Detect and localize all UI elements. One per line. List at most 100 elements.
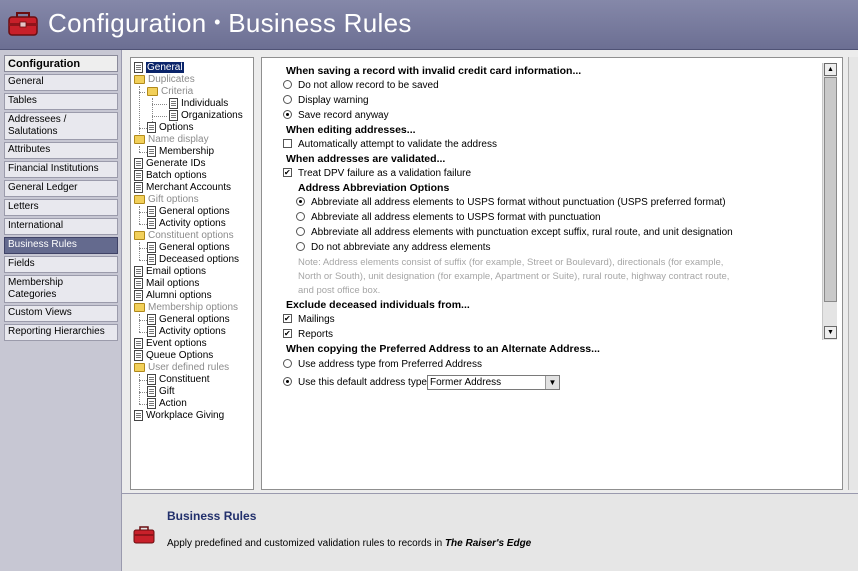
tree-item-options[interactable]: Options bbox=[147, 122, 193, 134]
document-icon bbox=[169, 98, 178, 109]
option-use-default-type[interactable]: Use this default address type: bbox=[283, 377, 430, 389]
tree-connector bbox=[139, 314, 140, 332]
tree-connector bbox=[139, 380, 147, 381]
nav-item-fields[interactable]: Fields bbox=[4, 256, 118, 273]
nav-item-attributes[interactable]: Attributes bbox=[4, 142, 118, 159]
nav-item-membership-categories[interactable]: Membership Categories bbox=[4, 275, 118, 303]
tree-item-constituent-general[interactable]: General options bbox=[147, 242, 230, 254]
checkbox-auto-validate[interactable]: Automatically attempt to validate the ad… bbox=[283, 139, 497, 151]
rules-scrollbar[interactable]: ▲ ▼ bbox=[822, 63, 837, 340]
tree-connector bbox=[139, 248, 147, 249]
document-icon bbox=[134, 290, 143, 301]
checkbox-mailings[interactable]: Mailings bbox=[283, 314, 335, 326]
nav-item-letters[interactable]: Letters bbox=[4, 199, 118, 216]
option-use-preferred-type[interactable]: Use address type from Preferred Address bbox=[283, 359, 482, 371]
tree-item-gift-options[interactable]: Gift options bbox=[134, 194, 199, 206]
checkbox-icon[interactable] bbox=[283, 139, 292, 148]
footer-description: Apply predefined and customized validati… bbox=[167, 538, 532, 549]
nav-item-reporting-hierarchies[interactable]: Reporting Hierarchies bbox=[4, 324, 118, 341]
tree-item-gift-activity[interactable]: Activity options bbox=[147, 218, 226, 230]
tree-item-membership[interactable]: Membership bbox=[147, 146, 214, 158]
radio-icon[interactable] bbox=[283, 80, 292, 89]
tree-item-udr-constituent[interactable]: Constituent bbox=[147, 374, 210, 386]
tree-item-membership-general[interactable]: General options bbox=[147, 314, 230, 326]
checkbox-reports[interactable]: Reports bbox=[283, 329, 333, 341]
tree-item-alumni-options[interactable]: Alumni options bbox=[134, 290, 212, 302]
nav-item-general-ledger[interactable]: General Ledger bbox=[4, 180, 118, 197]
option-abbrev-punct[interactable]: Abbreviate all address elements to USPS … bbox=[296, 212, 601, 224]
abbreviation-note-line3: and post office box. bbox=[298, 285, 381, 296]
toolbox-icon bbox=[8, 12, 38, 36]
heading-exclude-deceased: Exclude deceased individuals from... bbox=[286, 299, 470, 311]
folder-icon bbox=[134, 195, 145, 204]
tree-item-generate-ids[interactable]: Generate IDs bbox=[134, 158, 205, 170]
nav-item-business-rules[interactable]: Business Rules bbox=[4, 237, 118, 254]
nav-item-international[interactable]: International bbox=[4, 218, 118, 235]
outer-scrollbar[interactable] bbox=[848, 57, 858, 490]
nav-item-general[interactable]: General bbox=[4, 74, 118, 91]
radio-icon[interactable] bbox=[283, 95, 292, 104]
option-display-warning[interactable]: Display warning bbox=[283, 95, 369, 107]
radio-selected-icon[interactable] bbox=[283, 377, 292, 386]
document-icon bbox=[147, 122, 156, 133]
tree-item-workplace-giving[interactable]: Workplace Giving bbox=[134, 410, 224, 422]
checkbox-checked-icon[interactable] bbox=[283, 329, 292, 338]
document-icon bbox=[147, 146, 156, 157]
nav-item-tables[interactable]: Tables bbox=[4, 93, 118, 110]
checkbox-checked-icon[interactable] bbox=[283, 314, 292, 323]
tree-connector bbox=[139, 128, 147, 129]
tree-item-udr-gift[interactable]: Gift bbox=[147, 386, 175, 398]
option-no-abbrev[interactable]: Do not abbreviate any address elements bbox=[296, 242, 491, 254]
tree-item-organizations[interactable]: Organizations bbox=[169, 110, 243, 122]
document-icon bbox=[147, 398, 156, 409]
tree-item-mail-options[interactable]: Mail options bbox=[134, 278, 199, 290]
option-abbrev-except-suffix[interactable]: Abbreviate all address elements with pun… bbox=[296, 227, 733, 239]
option-abbrev-no-punct[interactable]: Abbreviate all address elements to USPS … bbox=[296, 197, 726, 209]
tree-item-individuals[interactable]: Individuals bbox=[169, 98, 228, 110]
tree-item-membership-options[interactable]: Membership options bbox=[134, 302, 238, 314]
tree-item-gift-general[interactable]: General options bbox=[147, 206, 230, 218]
folder-icon bbox=[134, 303, 145, 312]
tree-connector bbox=[139, 320, 147, 321]
checkbox-dpv-failure[interactable]: Treat DPV failure as a validation failur… bbox=[283, 168, 471, 180]
tree-item-duplicates[interactable]: Duplicates bbox=[134, 74, 195, 86]
tree-item-membership-activity[interactable]: Activity options bbox=[147, 326, 226, 338]
nav-item-addressees[interactable]: Addressees / Salutations bbox=[4, 112, 118, 140]
tree-connector bbox=[139, 242, 140, 260]
option-do-not-save[interactable]: Do not allow record to be saved bbox=[283, 80, 439, 92]
heading-copy-preferred: When copying the Preferred Address to an… bbox=[286, 343, 600, 355]
page-title: Configuration • Business Rules bbox=[48, 8, 412, 38]
tree-item-constituent-deceased[interactable]: Deceased options bbox=[147, 254, 239, 266]
tree-item-queue-options[interactable]: Queue Options bbox=[134, 350, 213, 362]
tree-item-constituent-options[interactable]: Constituent options bbox=[134, 230, 234, 242]
tree-item-udr-action[interactable]: Action bbox=[147, 398, 187, 410]
tree-connector bbox=[152, 104, 167, 105]
radio-selected-icon[interactable] bbox=[296, 197, 305, 206]
document-icon bbox=[134, 182, 143, 193]
radio-icon[interactable] bbox=[283, 359, 292, 368]
nav-heading: Configuration bbox=[4, 55, 118, 72]
radio-icon[interactable] bbox=[296, 212, 305, 221]
scroll-thumb[interactable] bbox=[824, 77, 837, 302]
radio-selected-icon[interactable] bbox=[283, 110, 292, 119]
tree-item-email-options[interactable]: Email options bbox=[134, 266, 206, 278]
dropdown-arrow-icon[interactable]: ▼ bbox=[545, 376, 559, 389]
tree-item-criteria[interactable]: Criteria bbox=[147, 86, 193, 98]
tree-item-event-options[interactable]: Event options bbox=[134, 338, 207, 350]
nav-item-financial-institutions[interactable]: Financial Institutions bbox=[4, 161, 118, 178]
default-address-type-select[interactable]: Former Address ▼ bbox=[427, 375, 560, 390]
tree-item-general[interactable]: General bbox=[134, 62, 184, 74]
radio-icon[interactable] bbox=[296, 242, 305, 251]
checkbox-checked-icon[interactable] bbox=[283, 168, 292, 177]
tree-item-name-display[interactable]: Name display bbox=[134, 134, 209, 146]
radio-icon[interactable] bbox=[296, 227, 305, 236]
nav-item-custom-views[interactable]: Custom Views bbox=[4, 305, 118, 322]
scroll-up-icon[interactable]: ▲ bbox=[824, 63, 837, 76]
tree-connector bbox=[139, 332, 147, 333]
tree-item-merchant-accounts[interactable]: Merchant Accounts bbox=[134, 182, 231, 194]
tree-item-user-defined-rules[interactable]: User defined rules bbox=[134, 362, 229, 374]
scroll-down-icon[interactable]: ▼ bbox=[824, 326, 837, 339]
tree-connector bbox=[152, 98, 153, 122]
option-save-anyway[interactable]: Save record anyway bbox=[283, 110, 389, 122]
tree-item-batch-options[interactable]: Batch options bbox=[134, 170, 207, 182]
